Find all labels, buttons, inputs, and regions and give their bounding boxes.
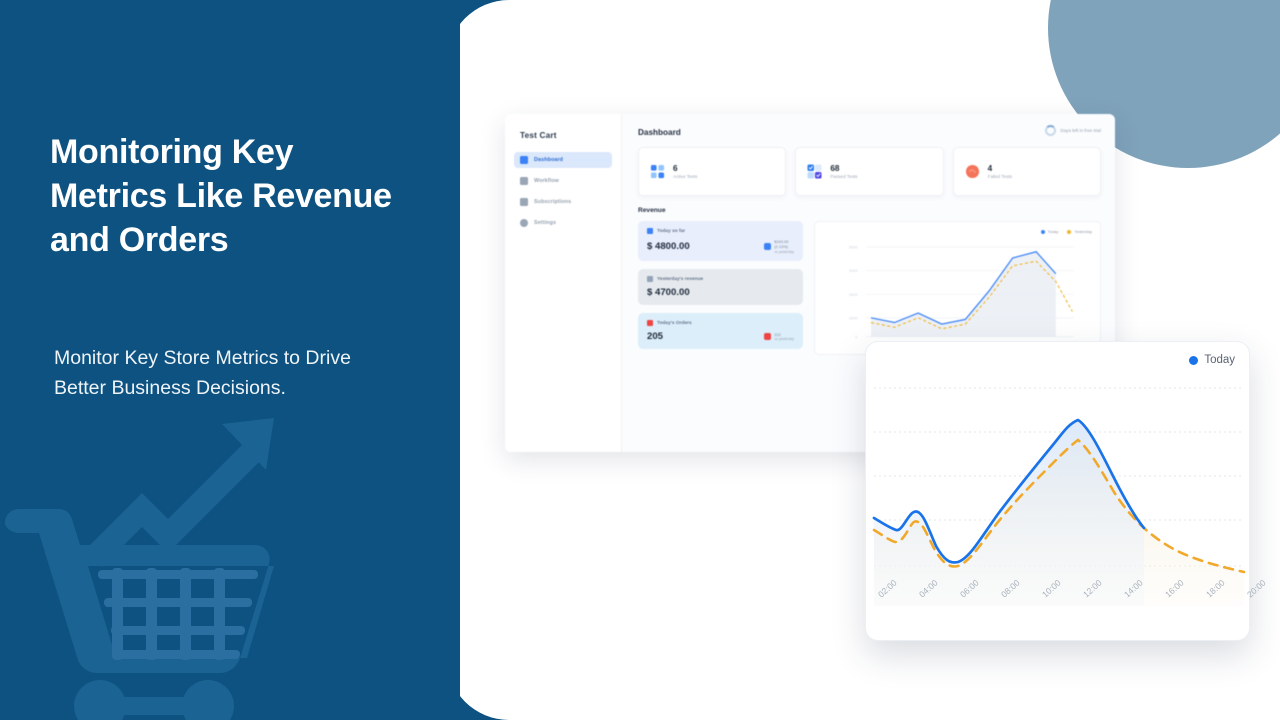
legend-label: Today — [1047, 229, 1059, 234]
cart-icon — [647, 320, 653, 327]
delta-note: vs yesterday — [774, 337, 794, 342]
revenue-trend-chart-card: Today 02:00 04:00 06:00 08:00 10:00 12:0… — [865, 341, 1268, 641]
revenue-card-today[interactable]: Today so far $ 4800.00 $100.00 (2.13%) v… — [638, 221, 803, 262]
revenue-card-yesterday[interactable]: Yesterday's revenue $ 4700.00 — [638, 269, 803, 306]
dashboard-heading: Dashboard — [638, 128, 681, 137]
stat-card-row: 6 Active Tests 68 Passed Tests 4 Failed … — [638, 147, 1101, 196]
svg-text:5000: 5000 — [849, 245, 859, 250]
revenue-card-delta: $100.00 (2.13%) vs yesterday — [764, 239, 794, 254]
sidebar-item-label: Workflow — [534, 178, 559, 184]
chart-x-axis: 02:00 04:00 06:00 08:00 10:00 12:00 14:0… — [866, 578, 1268, 637]
chart-legend: Today — [880, 354, 1235, 366]
delta-note: vs yesterday — [774, 249, 794, 254]
stat-card-failed-tests[interactable]: 4 Failed Tests — [952, 147, 1101, 196]
stat-caption: Passed Tests — [830, 173, 858, 179]
sidebar-item-label: Settings — [534, 220, 557, 226]
revenue-card-orders[interactable]: Today's Orders 205 212 vs yesterday — [638, 313, 803, 350]
revenue-card-value: $ 4800.00 — [647, 241, 690, 253]
revenue-row: Today so far $ 4800.00 $100.00 (2.13%) v… — [638, 221, 1101, 355]
revenue-card-label: Today's Orders — [657, 320, 692, 326]
stat-card-passed-tests[interactable]: 68 Passed Tests — [795, 147, 944, 196]
svg-text:3000: 3000 — [849, 292, 859, 297]
sidebar-item-label: Subscriptions — [534, 199, 572, 205]
dashboard-sidebar: Test Cart Dashboard Workflow Subscriptio… — [505, 114, 622, 452]
grid-icon — [650, 164, 665, 179]
delta-indicator-icon — [764, 333, 772, 341]
legend-dot-icon — [1067, 229, 1072, 234]
stat-value: 68 — [830, 164, 840, 174]
revenue-card-label: Yesterday's revenue — [657, 276, 704, 282]
revenue-cards: Today so far $ 4800.00 $100.00 (2.13%) v… — [638, 221, 803, 355]
revenue-card-label: Today so far — [657, 228, 686, 234]
alert-blob-icon — [965, 164, 979, 179]
calendar-icon — [647, 276, 653, 283]
chart-svg — [872, 387, 1246, 606]
svg-text:2000: 2000 — [849, 315, 859, 320]
page-subtitle: Monitor Key Store Metrics to Drive Bette… — [54, 347, 351, 399]
revenue-mini-chart: 5000 4000 3000 2000 0 — [849, 245, 1074, 339]
delta-indicator-icon — [764, 243, 772, 251]
card-icon — [520, 198, 528, 206]
workflow-icon — [520, 177, 528, 185]
revenue-card-value: 205 — [647, 331, 664, 343]
hero-panel: Monitoring Key Metrics Like Revenue and … — [0, 0, 460, 720]
svg-text:0: 0 — [855, 334, 858, 339]
stat-caption: Failed Tests — [987, 173, 1013, 179]
legend-label: Today — [1204, 354, 1235, 366]
trial-badge-label: Days left in free trial — [1060, 128, 1101, 133]
trial-badge: Days left in free trial — [1045, 125, 1101, 136]
trend-icon — [647, 228, 653, 234]
page-title: Monitoring Key Metrics Like Revenue and … — [50, 133, 392, 260]
stat-value: 6 — [673, 164, 678, 174]
sidebar-item-workflow[interactable]: Workflow — [514, 173, 612, 189]
legend-item-yesterday: Yesterday — [1067, 229, 1092, 234]
revenue-card-value: $ 4700.00 — [647, 287, 690, 299]
stat-caption: Active Tests — [673, 173, 698, 179]
svg-text:4000: 4000 — [849, 268, 859, 273]
stat-card-active-tests[interactable]: 6 Active Tests — [638, 147, 787, 196]
revenue-chart-card: Today Yesterday 5000 4000 3000 2000 0 — [814, 221, 1101, 355]
brand-name: Test Cart — [520, 131, 557, 140]
gear-icon — [520, 219, 528, 227]
progress-ring-icon — [1045, 125, 1057, 136]
legend-item-today: Today — [1040, 229, 1059, 234]
sidebar-item-subscriptions[interactable]: Subscriptions — [514, 194, 612, 210]
revenue-chart-legend: Today Yesterday — [823, 229, 1092, 234]
sidebar-item-settings[interactable]: Settings — [514, 215, 612, 231]
chart-icon — [520, 156, 528, 164]
chart-plot-area — [866, 376, 1251, 611]
check-squares-icon — [807, 164, 822, 179]
revenue-card-delta: 212 vs yesterday — [764, 332, 794, 342]
sidebar-item-label: Dashboard — [534, 157, 564, 163]
stat-value: 4 — [987, 164, 993, 174]
legend-dot-icon — [1040, 229, 1045, 234]
shopping-cart-growth-arrow-icon — [5, 418, 274, 720]
sidebar-item-dashboard[interactable]: Dashboard — [514, 152, 612, 168]
revenue-heading: Revenue — [638, 207, 666, 214]
legend-dot-icon — [1189, 355, 1199, 365]
legend-label: Yesterday — [1074, 229, 1092, 234]
